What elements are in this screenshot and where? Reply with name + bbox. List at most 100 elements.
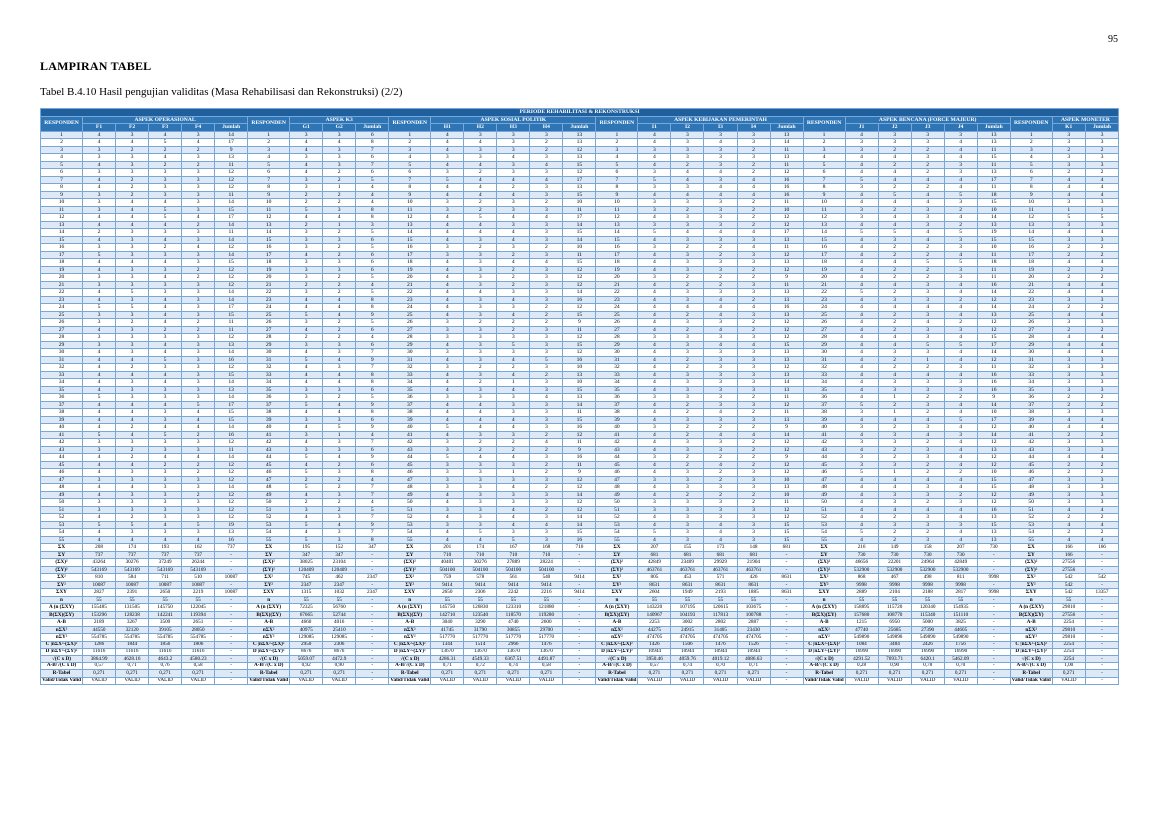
stat-label: ΣX xyxy=(595,543,639,552)
score-cell: 2 xyxy=(148,243,183,252)
respondent-number: 24 xyxy=(1009,303,1053,312)
respondent-number: 24 xyxy=(388,303,432,312)
score-cell: 4 xyxy=(844,250,879,259)
stat-label: ΣY xyxy=(247,550,291,559)
score-cell: 4 xyxy=(910,475,945,484)
stat-value: 571 xyxy=(703,573,738,582)
score-cell: 2 xyxy=(181,325,216,334)
stat-value: 11616 xyxy=(148,647,183,656)
score-cell: 2 xyxy=(322,318,357,327)
score-cell: 3 xyxy=(181,130,216,139)
score-cell: 3 xyxy=(148,265,183,274)
score-cell: 10 xyxy=(769,490,804,499)
score-cell: 12 xyxy=(769,513,804,522)
stat-value: - xyxy=(976,647,1011,656)
score-cell: 4 xyxy=(148,310,183,319)
respondent-number: 11 xyxy=(388,205,432,214)
score-cell: 3 xyxy=(877,430,912,439)
stat-value: 23104 xyxy=(322,558,357,567)
score-cell: 3 xyxy=(115,490,150,499)
score-cell: 15 xyxy=(214,310,249,319)
score-cell: 13 xyxy=(769,370,804,379)
score-cell: 3 xyxy=(529,273,564,282)
score-cell: 3 xyxy=(289,288,324,297)
table-row: 44 4 2 4 4 14 44 5 4 9 44 5 4 4 3 16 44 3 2 2 2 9 44 3 2 3 4 12 44 4 4 xyxy=(40,453,1120,462)
score-cell: 3 xyxy=(81,498,117,507)
stat-value: 120340 xyxy=(910,603,945,612)
table-row: 5 4 3 2 2 11 5 4 3 7 5 4 4 3 4 15 5 4 2 3 2 11 5 4 2 2 3 11 5 3 3 xyxy=(40,160,1120,169)
score-cell: 4 xyxy=(529,160,564,169)
score-cell: 11 xyxy=(976,183,1011,192)
respondent-number: 7 xyxy=(247,175,291,184)
stat-value: - xyxy=(769,640,804,649)
respondent-number: 14 xyxy=(40,228,83,237)
score-cell: 3 xyxy=(844,183,879,192)
stat-value: 0,78 xyxy=(910,662,945,670)
score-cell: 4 xyxy=(844,220,879,229)
score-cell: 4 xyxy=(181,213,216,222)
respondent-number: 18 xyxy=(40,258,83,267)
score-cell: 5 xyxy=(1084,213,1120,222)
score-cell: 9 xyxy=(355,355,390,364)
respondent-number: 37 xyxy=(247,400,291,409)
score-cell: 3 xyxy=(322,535,357,544)
score-cell: 4 xyxy=(289,438,324,447)
score-cell: 12 xyxy=(214,498,249,507)
score-cell: 4 xyxy=(877,303,912,312)
score-cell: 3 xyxy=(289,130,324,139)
stat-label: ΣY xyxy=(388,550,432,559)
stat-label: √(C x D) xyxy=(802,654,846,663)
respondent-number: 38 xyxy=(388,408,432,417)
table-row: 39 4 4 3 4 15 39 3 3 6 39 4 4 4 3 15 39 4 3 3 3 13 39 4 4 4 5 17 39 4… xyxy=(40,415,1120,424)
stat-value: 143220 xyxy=(637,603,672,612)
score-cell: 2 xyxy=(910,468,945,477)
score-cell: 3 xyxy=(703,160,738,169)
respondent-number: 28 xyxy=(40,333,83,342)
score-cell: 2 xyxy=(703,243,738,252)
score-cell: 4 xyxy=(844,198,879,207)
score-cell: 3 xyxy=(670,483,705,492)
score-cell: 2 xyxy=(1084,460,1120,469)
stat-value: 32120 xyxy=(115,625,150,634)
respondent-number: 35 xyxy=(595,385,639,394)
stat-value: - xyxy=(976,654,1011,663)
score-cell: 4 xyxy=(943,138,978,147)
score-cell: 3 xyxy=(81,340,117,349)
score-cell: 4 xyxy=(943,438,978,447)
score-cell: 2 xyxy=(877,160,912,169)
respondent-number: 4 xyxy=(1009,153,1053,162)
score-cell: 4 xyxy=(496,385,531,394)
score-cell: 2 xyxy=(496,280,531,289)
respondent-number: 51 xyxy=(388,505,432,514)
score-cell: 3 xyxy=(1051,295,1086,304)
score-cell: 7 xyxy=(355,145,390,154)
score-cell: 4 xyxy=(355,183,390,192)
stat-value: 28224 xyxy=(529,558,564,567)
column-header: Jumlah xyxy=(355,123,390,132)
respondent-number: 42 xyxy=(247,438,291,447)
respondent-number: 26 xyxy=(595,318,639,327)
respondent-number: 9 xyxy=(40,190,83,199)
respondent-number: 22 xyxy=(40,288,83,297)
respondent-number: 10 xyxy=(40,198,83,207)
score-cell: 3 xyxy=(430,475,465,484)
respondent-number: 11 xyxy=(802,205,846,214)
stat-value: - xyxy=(769,595,804,604)
score-cell: 2 xyxy=(910,145,945,154)
stat-value: 1344 xyxy=(430,640,465,649)
respondent-number: 5 xyxy=(40,160,83,169)
respondent-number: 16 xyxy=(802,243,846,252)
score-cell: 3 xyxy=(910,138,945,147)
stat-value: 517770 xyxy=(529,633,564,642)
score-cell: 4 xyxy=(637,303,672,312)
score-cell: 2 xyxy=(322,288,357,297)
score-cell: 2 xyxy=(877,265,912,274)
score-cell: 4 xyxy=(703,460,738,469)
score-cell: 4 xyxy=(844,430,879,439)
respondent-number: 41 xyxy=(247,430,291,439)
stat-value: - xyxy=(214,603,249,612)
respondent-number: 55 xyxy=(595,535,639,544)
score-cell: 3 xyxy=(910,453,945,462)
respondent-number: 14 xyxy=(247,228,291,237)
score-cell: 5 xyxy=(148,430,183,439)
